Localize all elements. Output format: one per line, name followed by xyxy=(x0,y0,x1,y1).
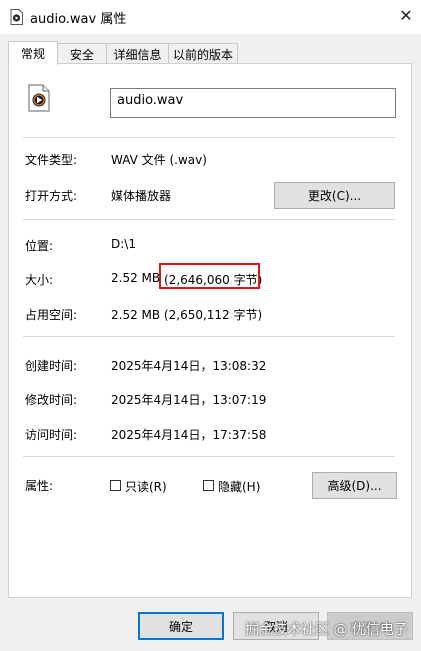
file-name-input[interactable]: audio.wav xyxy=(110,88,396,118)
change-button[interactable]: 更改(C)... xyxy=(274,182,395,209)
file-type-label: 文件类型: xyxy=(25,153,78,167)
advanced-button[interactable]: 高级(D)... xyxy=(312,472,397,499)
window-title: audio.wav 属性 xyxy=(30,12,127,27)
opens-with-value: 媒体播放器 xyxy=(111,189,172,203)
hidden-checkbox[interactable] xyxy=(203,480,214,491)
created-label: 创建时间: xyxy=(25,359,78,373)
tab-previous-versions[interactable]: 以前的版本 xyxy=(168,43,238,64)
media-file-icon xyxy=(10,9,23,25)
size-label: 大小: xyxy=(25,273,54,287)
readonly-checkbox[interactable] xyxy=(110,480,121,491)
readonly-label: 只读(R) xyxy=(125,480,167,494)
modified-label: 修改时间: xyxy=(25,393,78,407)
disk-size-label: 占用空间: xyxy=(25,308,78,322)
separator xyxy=(23,456,395,457)
accessed-label: 访问时间: xyxy=(25,428,78,442)
size-highlight-box xyxy=(159,263,260,289)
opens-with-label: 打开方式: xyxy=(25,189,78,203)
close-button[interactable]: ✕ xyxy=(391,0,421,30)
separator xyxy=(23,137,395,138)
watermark-text: 掘金技术社区 @ 优信电子 xyxy=(245,622,408,638)
accessed-value: 2025年4月14日，17:37:58 xyxy=(111,428,267,442)
ok-button[interactable]: 确定 xyxy=(138,612,224,640)
file-type-value: WAV 文件 (.wav) xyxy=(111,153,207,167)
media-file-icon xyxy=(28,84,50,112)
tab-general[interactable]: 常规 xyxy=(8,41,58,65)
location-value: D:\1 xyxy=(111,237,136,251)
title-bar[interactable]: audio.wav 属性 ✕ xyxy=(0,0,421,34)
created-value: 2025年4月14日，13:08:32 xyxy=(111,359,267,373)
attributes-label: 属性: xyxy=(25,479,54,493)
location-label: 位置: xyxy=(25,239,54,253)
modified-value: 2025年4月14日，13:07:19 xyxy=(111,393,267,407)
size-value-mb: 2.52 MB xyxy=(111,271,161,285)
separator xyxy=(23,219,395,220)
tab-security[interactable]: 安全 xyxy=(57,43,107,64)
close-icon: ✕ xyxy=(399,5,413,25)
general-panel xyxy=(8,63,412,598)
hidden-label: 隐藏(H) xyxy=(218,480,261,494)
tab-details[interactable]: 详细信息 xyxy=(106,43,169,64)
separator xyxy=(23,336,395,337)
disk-size-value: 2.52 MB (2,650,112 字节) xyxy=(111,308,263,322)
